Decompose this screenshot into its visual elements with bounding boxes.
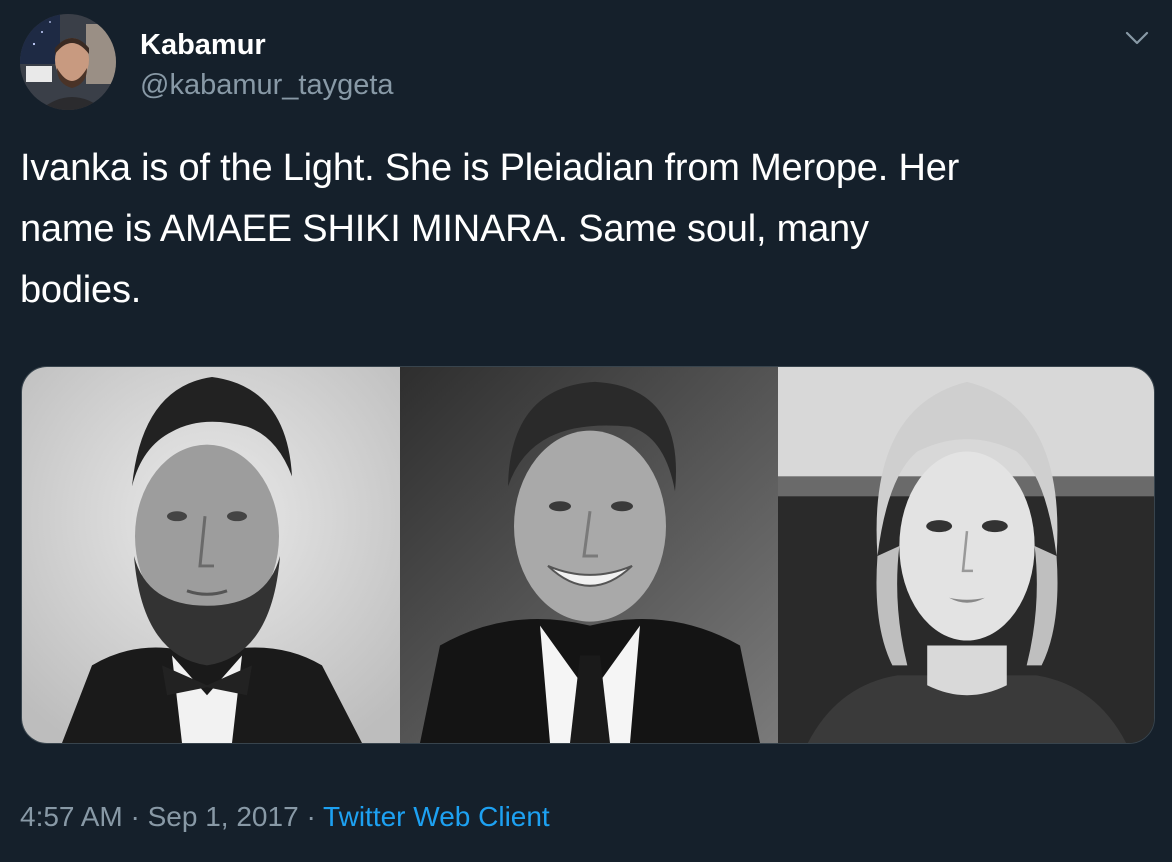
author-handle[interactable]: @kabamur_taygeta (140, 68, 394, 102)
tweet-card: Kabamur @kabamur_taygeta Ivanka is of th… (0, 0, 1172, 862)
portrait-image-icon (22, 367, 400, 743)
tweet-menu-button[interactable] (1124, 28, 1150, 48)
tweet-text-line: name is AMAEE SHIKI MINARA. Same soul, m… (20, 208, 869, 250)
tweet-time[interactable]: 4:57 AM (20, 801, 123, 832)
portrait-image-icon (778, 367, 1154, 743)
media-photo-3[interactable] (778, 367, 1154, 743)
meta-separator: · (130, 801, 140, 832)
tweet-text-line: bodies. (20, 269, 142, 311)
chevron-down-icon (1125, 31, 1149, 45)
meta-separator: · (306, 801, 316, 832)
tweet-text: Ivanka is of the Light. She is Pleiadian… (20, 138, 1150, 321)
tweet-meta: 4:57 AM · Sep 1, 2017 · Twitter Web Clie… (20, 800, 550, 834)
media-photo-1[interactable] (22, 367, 400, 743)
author-display-name[interactable]: Kabamur (140, 28, 266, 62)
tweet-source-link[interactable]: Twitter Web Client (323, 801, 550, 832)
tweet-text-line: Ivanka is of the Light. She is Pleiadian… (20, 147, 960, 189)
tweet-media[interactable] (21, 366, 1155, 744)
user-avatar-icon (20, 14, 116, 110)
portrait-image-icon (400, 367, 778, 743)
media-photo-2[interactable] (400, 367, 778, 743)
avatar[interactable] (20, 14, 116, 110)
tweet-date[interactable]: Sep 1, 2017 (148, 801, 299, 832)
